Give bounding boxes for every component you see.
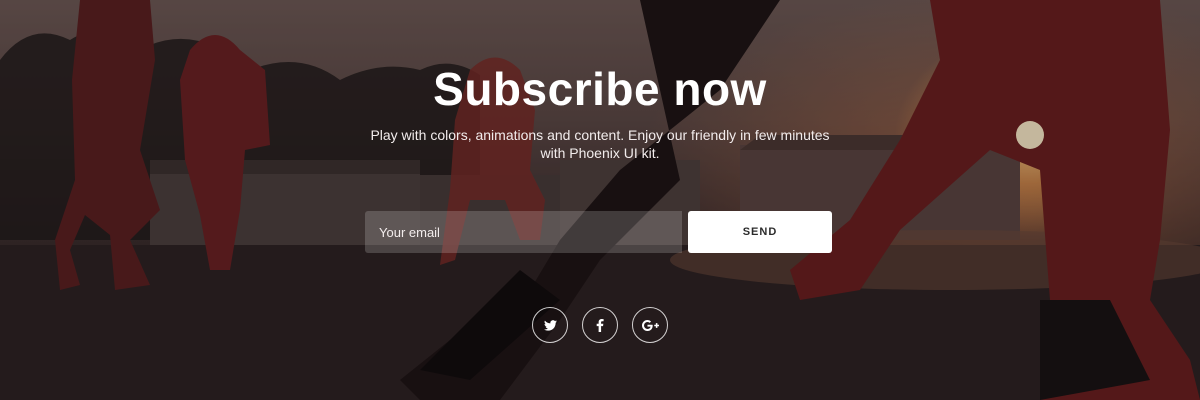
- facebook-button[interactable]: [582, 307, 618, 343]
- email-field[interactable]: [365, 211, 682, 253]
- page-title: Subscribe now: [433, 63, 767, 115]
- subscribe-form: SEND: [365, 211, 832, 253]
- send-button[interactable]: SEND: [688, 211, 832, 253]
- twitter-button[interactable]: [532, 307, 568, 343]
- subscribe-hero: Subscribe now Play with colors, animatio…: [0, 0, 1200, 400]
- google-plus-icon: [641, 319, 659, 331]
- social-links: [532, 307, 668, 343]
- facebook-icon: [596, 318, 604, 332]
- subtitle: Play with colors, animations and content…: [370, 127, 830, 161]
- subscribe-content: Subscribe now Play with colors, animatio…: [0, 0, 1200, 400]
- google-plus-button[interactable]: [632, 307, 668, 343]
- twitter-icon: [543, 319, 557, 331]
